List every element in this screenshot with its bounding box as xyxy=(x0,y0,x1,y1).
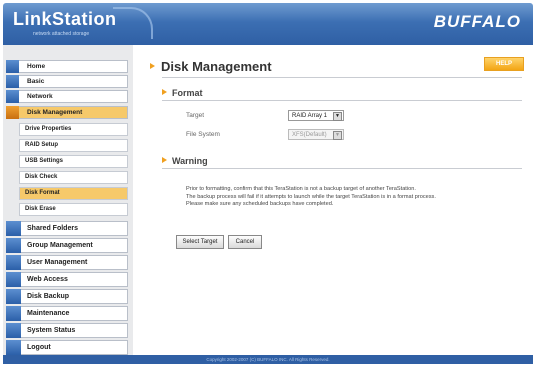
sidebar-item-disk-backup[interactable]: Disk Backup xyxy=(6,289,128,304)
logo[interactable]: LinkStation xyxy=(13,9,117,30)
sidebar-subitem-disk-erase[interactable]: Disk Erase xyxy=(19,203,128,216)
page-title-text: Disk Management xyxy=(161,59,272,74)
sidebar-subitem-drive-properties[interactable]: Drive Properties xyxy=(19,123,128,136)
disk-icon xyxy=(6,106,19,119)
bullet-icon xyxy=(162,157,167,163)
sidebar-item-home[interactable]: Home xyxy=(6,60,128,73)
backup-icon xyxy=(6,289,21,304)
select-target-button[interactable]: Select Target xyxy=(176,235,224,249)
sidebar-item-label: Disk Backup xyxy=(27,293,70,300)
chevron-down-icon: ▼ xyxy=(333,112,342,121)
sidebar-item-label: Web Access xyxy=(27,276,68,283)
sidebar-subitem-label: USB Settings xyxy=(25,158,64,164)
sidebar-subitem-label: Drive Properties xyxy=(25,126,72,132)
sidebar-item-label: Home xyxy=(27,63,46,70)
sidebar-subitem-disk-check[interactable]: Disk Check xyxy=(19,171,128,184)
warning-line: Prior to formatting, confirm that this T… xyxy=(186,186,416,192)
target-select-value: RAID Array 1 xyxy=(292,113,328,119)
sidebar-item-disk-management[interactable]: Disk Management xyxy=(6,106,128,119)
chevron-down-icon: ▼ xyxy=(333,131,342,140)
sidebar-item-label: Disk Management xyxy=(27,109,83,116)
sidebar-item-network[interactable]: Network xyxy=(6,90,128,103)
group-icon xyxy=(6,238,21,253)
warning-line: The backup process will fail if it attem… xyxy=(186,193,436,200)
network-icon xyxy=(6,90,19,103)
format-divider xyxy=(162,100,522,101)
bullet-icon xyxy=(162,89,167,95)
bullet-icon xyxy=(150,63,155,69)
maintenance-icon xyxy=(6,306,21,321)
sidebar-subitem-disk-format[interactable]: Disk Format xyxy=(19,187,128,200)
logo-swoosh-icon xyxy=(113,7,153,39)
status-icon xyxy=(6,323,21,338)
sidebar-item-label: Logout xyxy=(27,344,51,351)
sidebar-item-label: Shared Folders xyxy=(27,225,78,232)
header-bar: LinkStation network attached storage BUF… xyxy=(3,3,533,45)
warning-section-heading: Warning xyxy=(162,156,208,166)
sidebar-item-label: Group Management xyxy=(27,242,93,249)
sidebar-item-label: User Management xyxy=(27,259,88,266)
sidebar-item-group-management[interactable]: Group Management xyxy=(6,238,128,253)
folder-icon xyxy=(6,221,21,236)
sidebar-item-label: Basic xyxy=(27,78,45,85)
sidebar-subitem-raid-setup[interactable]: RAID Setup xyxy=(19,139,128,152)
web-icon xyxy=(6,272,21,287)
target-select[interactable]: RAID Array 1 ▼ xyxy=(288,110,344,121)
sidebar-item-label: System Status xyxy=(27,327,76,334)
sidebar-item-user-management[interactable]: User Management xyxy=(6,255,128,270)
sidebar-item-system-status[interactable]: System Status xyxy=(6,323,128,338)
basic-icon xyxy=(6,75,19,88)
filesystem-select-value: XFS(Default) xyxy=(292,132,327,138)
title-divider xyxy=(162,77,522,78)
warning-section-label: Warning xyxy=(172,156,208,166)
cancel-button[interactable]: Cancel xyxy=(228,235,262,249)
main-content: Disk Management HELP Format Target RAID … xyxy=(144,51,528,351)
warning-text: Prior to formatting, confirm that this T… xyxy=(186,186,436,209)
format-section-heading: Format xyxy=(162,88,203,98)
warning-line: Please make sure any scheduled backups h… xyxy=(186,201,334,207)
sidebar-item-maintenance[interactable]: Maintenance xyxy=(6,306,128,321)
sidebar-subitem-label: Disk Erase xyxy=(25,206,56,212)
sidebar-item-label: Network xyxy=(27,93,53,100)
filesystem-select: XFS(Default) ▼ xyxy=(288,129,344,140)
brand-logo: BUFFALO xyxy=(433,12,521,31)
logout-icon xyxy=(6,340,21,355)
warning-divider xyxy=(162,168,522,169)
sidebar-subitem-label: RAID Setup xyxy=(25,142,58,148)
sidebar-subitem-label: Disk Check xyxy=(25,174,58,180)
format-section-label: Format xyxy=(172,88,203,98)
help-button[interactable]: HELP xyxy=(484,57,524,71)
sidebar-item-shared-folders[interactable]: Shared Folders xyxy=(6,221,128,236)
logo-subtitle: network attached storage xyxy=(33,31,90,37)
sidebar-subitem-usb-settings[interactable]: USB Settings xyxy=(19,155,128,168)
sidebar-subitem-label: Disk Format xyxy=(25,190,60,196)
home-icon xyxy=(6,60,19,73)
page-title: Disk Management xyxy=(150,59,272,74)
sidebar-item-basic[interactable]: Basic xyxy=(6,75,128,88)
filesystem-label: File System xyxy=(186,131,220,138)
sidebar-item-label: Maintenance xyxy=(27,310,70,317)
footer-copyright: Copyright 2002-2007 (C) BUFFALO INC. All… xyxy=(3,355,533,364)
sidebar-item-web-access[interactable]: Web Access xyxy=(6,272,128,287)
sidebar: Home Basic Network Disk Management Drive… xyxy=(3,45,133,355)
sidebar-item-logout[interactable]: Logout xyxy=(6,340,128,355)
target-label: Target xyxy=(186,112,205,119)
user-icon xyxy=(6,255,21,270)
app-frame: LinkStation network attached storage BUF… xyxy=(3,3,533,364)
